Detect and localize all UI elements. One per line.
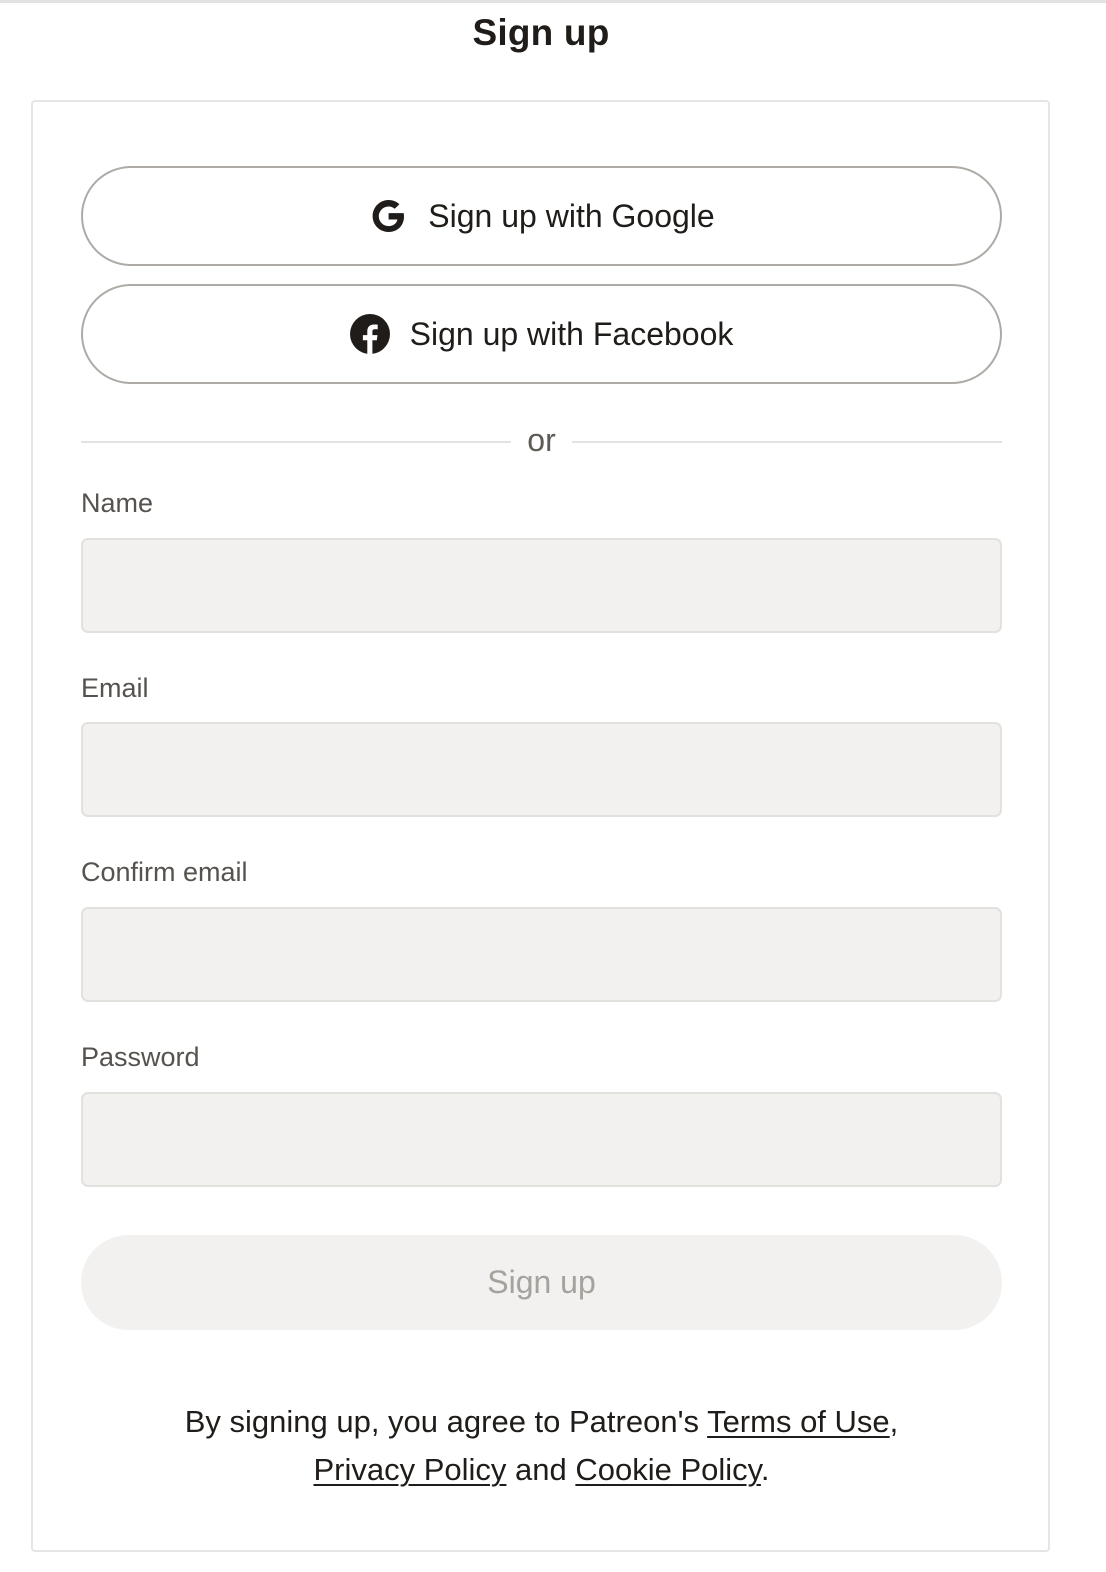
facebook-signup-label: Sign up with Facebook	[409, 315, 734, 352]
facebook-icon	[349, 314, 390, 354]
email-label: Email	[81, 673, 149, 703]
or-divider: or	[81, 420, 1002, 464]
name-input[interactable]	[81, 538, 1002, 633]
page-title: Sign up	[472, 12, 610, 53]
google-signup-button[interactable]: Sign up with Google	[81, 166, 1002, 266]
facebook-signup-button[interactable]: Sign up with Facebook	[81, 284, 1002, 384]
privacy-policy-link[interactable]: Privacy Policy	[313, 1452, 506, 1487]
password-input[interactable]	[81, 1092, 1002, 1187]
legal-comma: ,	[889, 1404, 899, 1439]
password-label: Password	[81, 1042, 200, 1072]
top-divider	[0, 0, 1106, 3]
signup-submit-button[interactable]: Sign up	[81, 1235, 1002, 1330]
confirm-email-label: Confirm email	[81, 857, 248, 887]
terms-of-use-link[interactable]: Terms of Use	[707, 1404, 890, 1439]
name-label: Name	[81, 488, 154, 518]
legal-and: and	[506, 1452, 576, 1487]
google-signup-label: Sign up with Google	[428, 197, 715, 234]
cookie-policy-link[interactable]: Cookie Policy	[575, 1452, 761, 1487]
google-g-icon	[368, 196, 408, 236]
confirm-email-input[interactable]	[81, 907, 1002, 1002]
legal-prefix: By signing up, you agree to Patreon's	[184, 1404, 708, 1439]
legal-period: .	[760, 1452, 770, 1487]
email-input[interactable]	[81, 722, 1002, 817]
divider-line-right	[572, 441, 1002, 443]
legal-notice: By signing up, you agree to Patreon's Te…	[81, 1398, 1002, 1494]
